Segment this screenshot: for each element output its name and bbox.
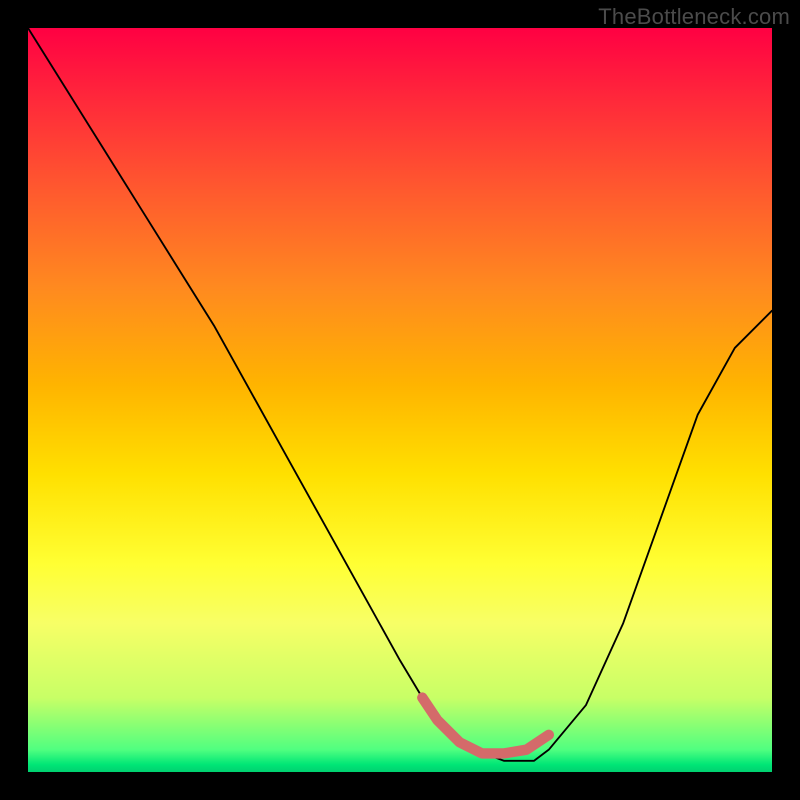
chart-frame: TheBottleneck.com [0, 0, 800, 800]
chart-plot-area [28, 28, 772, 772]
chart-svg [28, 28, 772, 772]
bottleneck-curve [28, 28, 772, 761]
highlight-band [422, 698, 548, 754]
watermark-text: TheBottleneck.com [598, 4, 790, 30]
